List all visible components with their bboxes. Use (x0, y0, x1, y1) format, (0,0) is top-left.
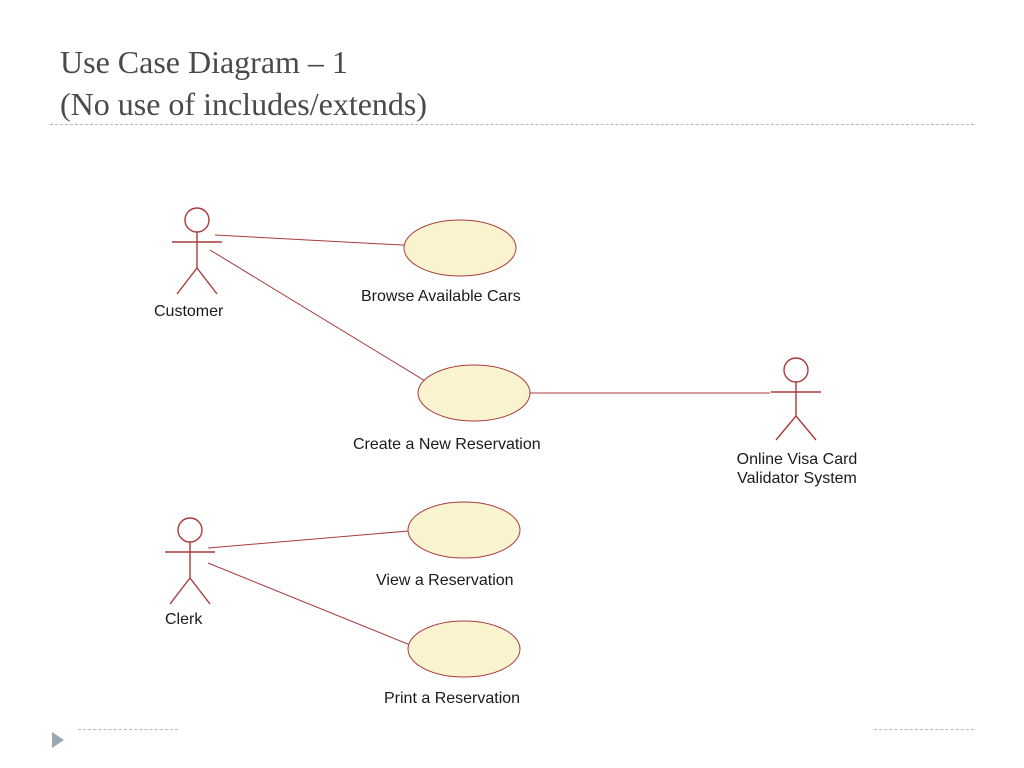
usecase-view (408, 502, 520, 558)
actor-clerk (165, 518, 215, 604)
usecase-print (408, 621, 520, 677)
label-print: Print a Reservation (384, 690, 520, 708)
assoc-customer-create (210, 250, 440, 390)
footer-dash-left (78, 729, 178, 730)
footer-dash-right (874, 729, 974, 730)
actor-customer (172, 208, 222, 294)
label-visa-system: Online Visa Card Validator System (707, 450, 887, 488)
label-browse: Browse Available Cars (361, 288, 521, 306)
use-case-diagram (0, 0, 1024, 768)
usecase-create (418, 365, 530, 421)
label-create: Create a New Reservation (353, 436, 541, 454)
usecase-browse (404, 220, 516, 276)
play-icon (52, 732, 64, 748)
assoc-clerk-view (208, 530, 420, 548)
label-customer: Customer (154, 303, 223, 321)
assoc-customer-browse (215, 235, 420, 246)
actor-visa-system (771, 358, 821, 440)
label-view: View a Reservation (376, 572, 514, 590)
label-clerk: Clerk (165, 611, 202, 629)
